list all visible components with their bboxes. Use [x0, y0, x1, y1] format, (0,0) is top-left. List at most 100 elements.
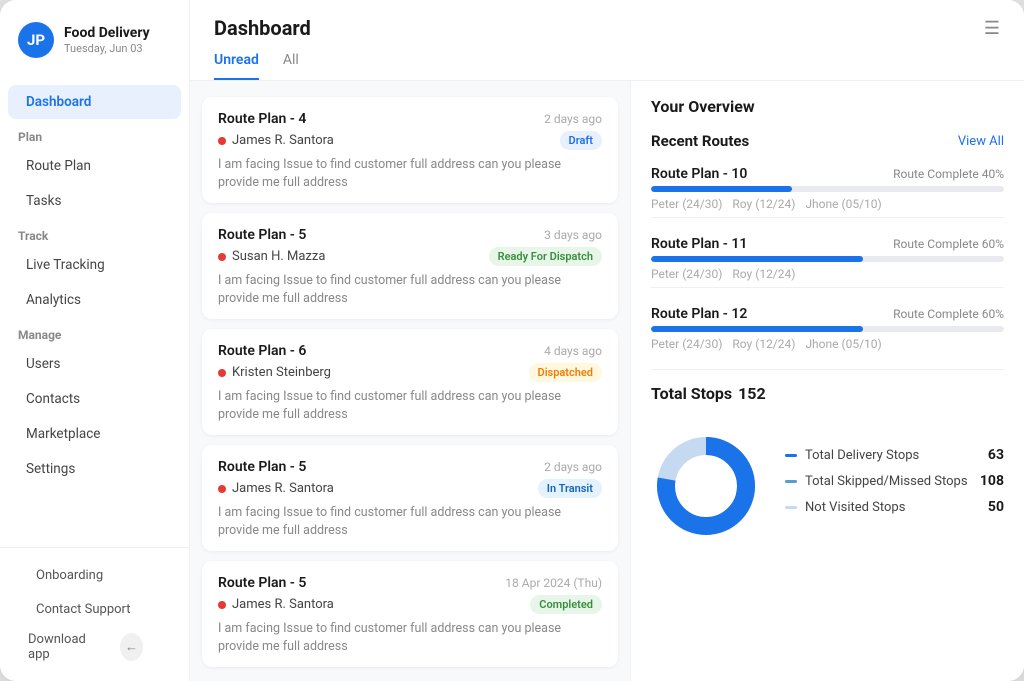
legend-label: Not Visited Stops — [805, 500, 905, 515]
tab-all[interactable]: All — [283, 52, 299, 80]
legend-left: Total Skipped/Missed Stops — [785, 474, 968, 489]
message-time: 2 days ago — [544, 460, 602, 474]
brand-info: Food Delivery Tuesday, Jun 03 — [64, 25, 150, 55]
view-all-link[interactable]: View All — [958, 134, 1004, 149]
routes-list: Route Plan - 10 Route Complete 40% Peter… — [651, 166, 1004, 351]
driver-label: Peter (24/30) — [651, 337, 722, 351]
sidebar-item-analytics[interactable]: Analytics — [8, 283, 181, 317]
divider — [651, 369, 1004, 370]
message-time: 2 days ago — [544, 112, 602, 126]
route-card: Route Plan - 12 Route Complete 60% Peter… — [651, 306, 1004, 351]
total-stops-label: Total Stops — [651, 384, 732, 403]
filter-icon[interactable]: ☰ — [984, 18, 1000, 39]
overview-panel: Your Overview Recent Routes View All Rou… — [630, 81, 1024, 681]
route-drivers: Peter (24/30)Roy (12/24) — [651, 267, 1004, 281]
driver-status-dot — [218, 137, 226, 145]
message-body: I am facing Issue to find customer full … — [218, 504, 602, 539]
route-status: Route Complete 60% — [893, 237, 1004, 251]
legend-left: Not Visited Stops — [785, 500, 905, 515]
header: Dashboard ☰ Unread All — [190, 0, 1024, 81]
sidebar-item-onboarding[interactable]: Onboarding — [18, 559, 171, 592]
message-card[interactable]: Route Plan - 5 2 days ago James R. Santo… — [202, 445, 618, 551]
brand-avatar: JP — [18, 22, 54, 58]
message-driver: James R. Santora — [218, 133, 334, 148]
message-card[interactable]: Route Plan - 6 4 days ago Kristen Steinb… — [202, 329, 618, 435]
page-title: Dashboard — [214, 16, 311, 40]
recent-routes-header: Recent Routes View All — [651, 132, 1004, 150]
route-card: Route Plan - 10 Route Complete 40% Peter… — [651, 166, 1004, 218]
sidebar-item-marketplace[interactable]: Marketplace — [8, 417, 181, 451]
message-time: 18 Apr 2024 (Thu) — [505, 576, 602, 590]
sidebar-item-live-tracking[interactable]: Live Tracking — [8, 248, 181, 282]
progress-bar — [651, 186, 1004, 192]
legend-color-dot — [785, 506, 797, 509]
sidebar-section-track: Track — [0, 219, 189, 247]
status-badge: Completed — [530, 595, 602, 614]
sidebar: JP Food Delivery Tuesday, Jun 03 Dashboa… — [0, 0, 190, 681]
sidebar-item-users[interactable]: Users — [8, 347, 181, 381]
message-route-name: Route Plan - 5 — [218, 459, 306, 475]
message-body: I am facing Issue to find customer full … — [218, 620, 602, 655]
brand-name: Food Delivery — [64, 25, 150, 42]
driver-status-dot — [218, 369, 226, 377]
recent-routes-title: Recent Routes — [651, 132, 749, 150]
message-card[interactable]: Route Plan - 5 18 Apr 2024 (Thu) James R… — [202, 561, 618, 667]
sidebar-item-contacts[interactable]: Contacts — [8, 382, 181, 416]
legend-value: 63 — [988, 447, 1004, 463]
message-route-name: Route Plan - 5 — [218, 227, 306, 243]
message-route-name: Route Plan - 6 — [218, 343, 306, 359]
tab-unread[interactable]: Unread — [214, 52, 259, 80]
sidebar-item-route-plan[interactable]: Route Plan — [8, 149, 181, 183]
route-drivers: Peter (24/30) Roy (12/24) Jhone (05/10) — [651, 197, 1004, 211]
route-drivers: Peter (24/30)Roy (12/24)Jhone (05/10) — [651, 337, 1004, 351]
donut-chart — [651, 431, 761, 541]
overview-header: Your Overview — [651, 97, 1004, 116]
sidebar-item-dashboard[interactable]: Dashboard — [8, 85, 181, 119]
app-container: JP Food Delivery Tuesday, Jun 03 Dashboa… — [0, 0, 1024, 681]
message-card[interactable]: Route Plan - 5 3 days ago Susan H. Mazza… — [202, 213, 618, 319]
legend-label: Total Skipped/Missed Stops — [805, 474, 968, 489]
progress-bar — [651, 326, 1004, 332]
brand-area: JP Food Delivery Tuesday, Jun 03 — [0, 0, 189, 76]
content-area: Route Plan - 4 2 days ago James R. Santo… — [190, 81, 1024, 681]
message-card[interactable]: Route Plan - 4 2 days ago James R. Santo… — [202, 97, 618, 203]
driver-label: Roy (12/24) — [732, 267, 795, 281]
route-name: Route Plan - 11 — [651, 236, 747, 252]
driver-label: Peter (24/30) — [651, 197, 722, 211]
driver-label: Roy (12/24) — [732, 197, 795, 211]
sidebar-item-contact-support[interactable]: Contact Support — [18, 593, 171, 626]
legend-color-dot — [785, 454, 797, 457]
legend-left: Total Delivery Stops — [785, 448, 919, 463]
status-badge: Dispatched — [529, 363, 602, 382]
driver-label: Jhone (05/10) — [805, 197, 881, 211]
header-tabs: Unread All — [214, 52, 1000, 80]
status-badge: In Transit — [538, 479, 602, 498]
legend-item: Not Visited Stops 50 — [785, 499, 1004, 515]
legend-item: Total Skipped/Missed Stops 108 — [785, 473, 1004, 489]
stops-content: Total Delivery Stops 63 Total Skipped/Mi… — [651, 431, 1004, 541]
sidebar-item-tasks[interactable]: Tasks — [8, 184, 181, 218]
message-driver: James R. Santora — [218, 597, 334, 612]
status-badge: Draft — [560, 131, 602, 150]
sidebar-bottom: Onboarding Contact Support Download app … — [0, 547, 189, 681]
sidebar-item-settings[interactable]: Settings — [8, 452, 181, 486]
stops-legend: Total Delivery Stops 63 Total Skipped/Mi… — [785, 447, 1004, 525]
message-route-name: Route Plan - 5 — [218, 575, 306, 591]
driver-status-dot — [218, 253, 226, 261]
driver-label: Roy (12/24) — [732, 337, 795, 351]
main-content: Dashboard ☰ Unread All Route Plan - 4 2 … — [190, 0, 1024, 681]
message-driver: Susan H. Mazza — [218, 249, 325, 264]
collapse-sidebar-button[interactable]: ← — [120, 633, 143, 661]
status-badge: Ready For Dispatch — [489, 247, 602, 266]
overview-title: Your Overview — [651, 97, 755, 116]
sidebar-nav: Dashboard Plan Route Plan Tasks Track Li… — [0, 76, 189, 547]
driver-status-dot — [218, 485, 226, 493]
progress-fill — [651, 326, 863, 332]
route-status: Route Complete 40% — [893, 167, 1004, 181]
legend-color-dot — [785, 480, 797, 483]
message-time: 4 days ago — [544, 344, 602, 358]
message-body: I am facing Issue to find customer full … — [218, 388, 602, 423]
legend-value: 108 — [980, 473, 1004, 489]
progress-fill — [651, 186, 792, 192]
progress-fill — [651, 256, 863, 262]
